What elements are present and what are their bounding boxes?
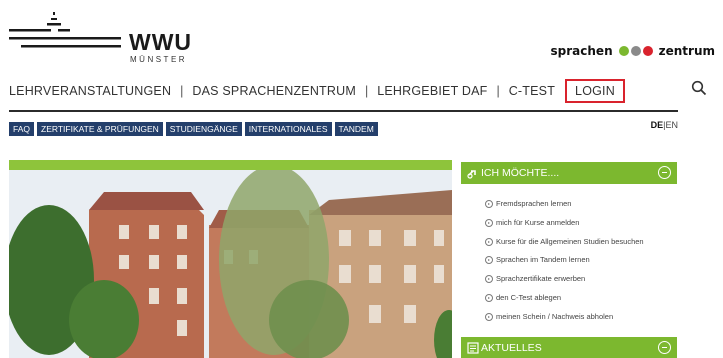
aktuelles-title: AKTUELLES [481, 341, 542, 354]
collapse-toggle-icon[interactable] [658, 341, 671, 354]
list-item[interactable]: Fremdsprachen lernen [485, 199, 655, 209]
subnav-faq[interactable]: FAQ [9, 122, 35, 136]
nav-separator: | [496, 84, 500, 98]
arrow-circle-icon [485, 238, 493, 246]
nav-divider [9, 110, 678, 112]
hero-image [9, 160, 452, 358]
list-item[interactable]: Kurse für die Allgemeinen Studien besuch… [485, 237, 655, 247]
subnav-internationales[interactable]: INTERNATIONALES [244, 122, 332, 136]
list-item-label: Sprachzertifikate erwerben [496, 274, 586, 283]
arrow-circle-icon [485, 256, 493, 264]
sprachenzentrum-logo[interactable]: sprachen zentrum [551, 44, 715, 58]
logo-subtext: MÜNSTER [130, 55, 188, 64]
list-item-label: Sprachen im Tandem lernen [496, 255, 590, 264]
logo-wordmark: WWU [129, 29, 193, 55]
arrow-circle-icon [485, 219, 493, 227]
collapse-toggle-icon[interactable] [658, 166, 671, 179]
list-item-label: Kurse für die Allgemeinen Studien besuch… [496, 237, 644, 246]
nav-item-c-test[interactable]: C-TEST [505, 84, 559, 98]
list-item-label: den C-Test ablegen [496, 293, 562, 302]
brand-right-text: zentrum [658, 44, 715, 58]
language-switcher: DE|EN [651, 120, 678, 130]
list-item[interactable]: den C-Test ablegen [485, 293, 655, 303]
list-item-label: Fremdsprachen lernen [496, 199, 572, 208]
ich-moechte-list: Fremdsprachen lernen mich für Kurse anme… [485, 199, 655, 331]
nav-item-lehrgebiet-daf[interactable]: LEHRGEBIET DAF [373, 84, 491, 98]
arrow-circle-icon [485, 294, 493, 302]
list-item[interactable]: Sprachzertifikate erwerben [485, 274, 655, 284]
nav-separator: | [364, 84, 369, 98]
language-de[interactable]: DE [651, 120, 664, 130]
list-item[interactable]: mich für Kurse anmelden [485, 218, 655, 228]
building-photo [9, 170, 452, 358]
sub-navigation: FAQ ZERTIFIKATE & PRÜFUNGEN STUDIENGÄNGE… [9, 122, 378, 136]
subnav-studiengaenge[interactable]: STUDIENGÄNGE [165, 122, 242, 136]
list-item-label: meinen Schein / Nachweis abholen [496, 312, 614, 321]
wwu-logo[interactable]: WWU MÜNSTER [9, 10, 191, 64]
nav-item-sprachenzentrum[interactable]: DAS SPRACHENZENTRUM [188, 84, 360, 98]
aktuelles-header[interactable]: AKTUELLES [461, 337, 677, 358]
nav-item-lehrveranstaltungen[interactable]: LEHRVERANSTALTUNGEN [9, 84, 175, 98]
arrow-circle-icon [485, 275, 493, 283]
main-navigation: LEHRVERANSTALTUNGEN | DAS SPRACHENZENTRU… [9, 78, 723, 104]
nav-item-login[interactable]: LOGIN [565, 79, 625, 103]
list-item[interactable]: meinen Schein / Nachweis abholen [485, 312, 655, 322]
brand-left-text: sprachen [550, 44, 613, 58]
brand-dots-icon [618, 46, 653, 56]
arrow-circle-icon [485, 200, 493, 208]
list-item-label: mich für Kurse anmelden [496, 218, 580, 227]
ich-moechte-title: ICH MÖCHTE.... [481, 167, 560, 179]
language-en[interactable]: EN [665, 120, 678, 130]
nav-separator: | [180, 84, 184, 98]
link-icon [467, 170, 476, 179]
ich-moechte-header[interactable]: ICH MÖCHTE.... [461, 162, 677, 184]
subnav-zertifikate[interactable]: ZERTIFIKATE & PRÜFUNGEN [37, 122, 163, 136]
list-item[interactable]: Sprachen im Tandem lernen [485, 255, 655, 265]
arrow-circle-icon [485, 313, 493, 321]
news-icon [467, 341, 479, 354]
wwu-logo-icon [9, 12, 121, 48]
search-icon[interactable] [691, 80, 707, 96]
subnav-tandem[interactable]: TANDEM [334, 122, 378, 136]
